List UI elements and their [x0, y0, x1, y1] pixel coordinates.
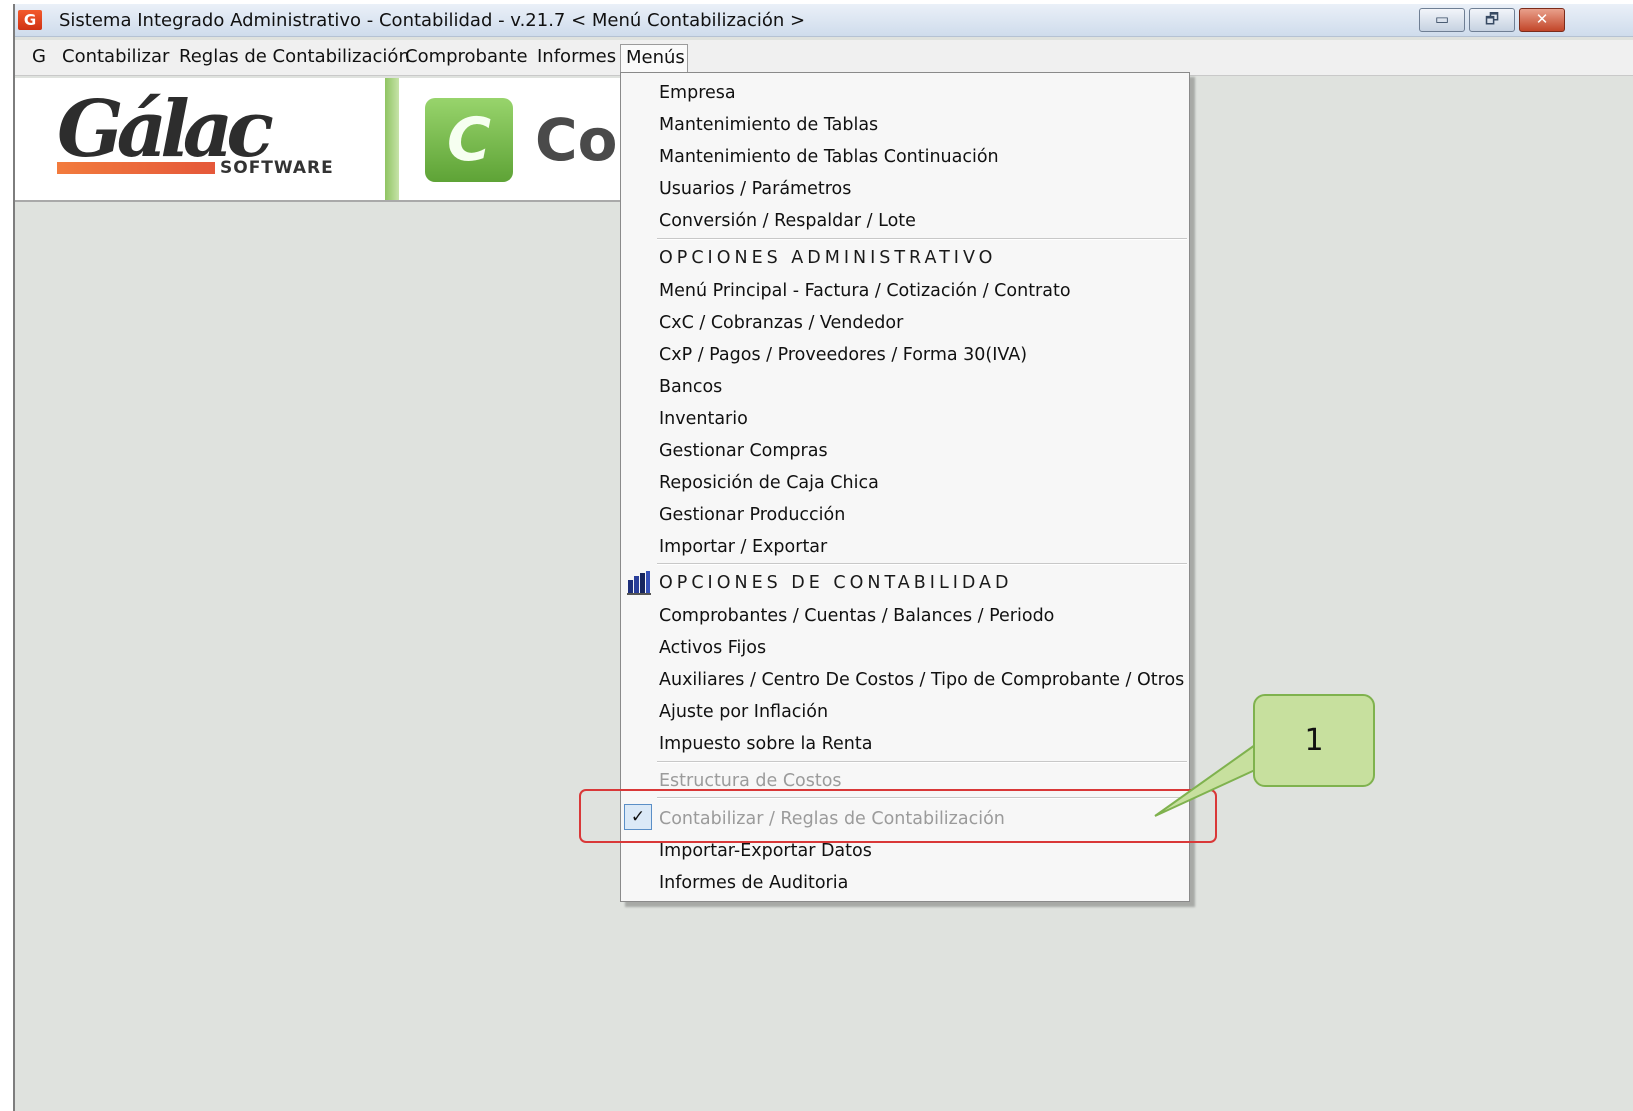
restore-button[interactable]: 🗗 — [1469, 8, 1515, 32]
menu-header-contabilidad[interactable]: OPCIONES DE CONTABILIDAD — [659, 573, 1012, 593]
menu-item-mantenimiento-tablas[interactable]: Mantenimiento de Tablas — [659, 115, 878, 135]
menu-item-cxc[interactable]: CxC / Cobranzas / Vendedor — [659, 313, 903, 333]
menus-dropdown: Empresa Mantenimiento de Tablas Mantenim… — [620, 72, 1190, 902]
menu-item-inventario[interactable]: Inventario — [659, 409, 748, 429]
menu-separator — [657, 238, 1187, 240]
menu-item-gestionar-produccion[interactable]: Gestionar Producción — [659, 505, 845, 525]
menu-item-caja-chica[interactable]: Reposición de Caja Chica — [659, 473, 879, 493]
highlight-annotation-box — [579, 789, 1217, 843]
minimize-button[interactable]: ▭ — [1419, 8, 1465, 32]
menu-item-menu-principal[interactable]: Menú Principal - Factura / Cotización / … — [659, 281, 1071, 301]
menu-item-importar-exportar-datos[interactable]: Importar-Exportar Datos — [659, 841, 872, 861]
app-icon[interactable]: G — [18, 10, 42, 30]
menu-contabilizar[interactable]: Contabilizar — [57, 46, 174, 67]
contabilidad-logo-icon: C — [425, 98, 513, 182]
banner-product-text: Co — [535, 106, 618, 174]
menu-item-bancos[interactable]: Bancos — [659, 377, 722, 397]
callout-number-badge: 1 — [1253, 694, 1375, 787]
menu-separator — [657, 761, 1187, 763]
galac-banner: Gálac SOFTWARE C Co — [15, 78, 635, 202]
banner-divider — [385, 78, 399, 200]
menu-item-comprobantes-cuentas[interactable]: Comprobantes / Cuentas / Balances / Peri… — [659, 606, 1054, 626]
title-bar[interactable]: G Sistema Integrado Administrativo - Con… — [15, 4, 1633, 37]
window-title: Sistema Integrado Administrativo - Conta… — [59, 10, 806, 31]
menu-separator — [657, 563, 1187, 565]
logo-software-text: SOFTWARE — [220, 158, 334, 178]
menu-item-activos-fijos[interactable]: Activos Fijos — [659, 638, 766, 658]
menu-bar: G Contabilizar Reglas de Contabilización… — [15, 40, 1633, 76]
menu-item-estructura-costos: Estructura de Costos — [659, 771, 842, 791]
logo-bar — [57, 162, 215, 174]
menu-reglas[interactable]: Reglas de Contabilización — [174, 46, 415, 67]
menu-g[interactable]: G — [27, 46, 51, 67]
books-icon — [627, 571, 651, 595]
menu-item-empresa[interactable]: Empresa — [659, 83, 736, 103]
menu-header-administrativo[interactable]: OPCIONES ADMINISTRATIVO — [659, 248, 996, 268]
menu-item-ajuste-inflacion[interactable]: Ajuste por Inflación — [659, 702, 828, 722]
close-button[interactable]: ✕ — [1519, 8, 1565, 32]
menu-item-auxiliares[interactable]: Auxiliares / Centro De Costos / Tipo de … — [659, 670, 1184, 690]
menu-item-importar-exportar[interactable]: Importar / Exportar — [659, 537, 827, 557]
menu-item-gestionar-compras[interactable]: Gestionar Compras — [659, 441, 828, 461]
menu-item-informes-auditoria[interactable]: Informes de Auditoria — [659, 873, 848, 893]
menu-item-usuarios-parametros[interactable]: Usuarios / Parámetros — [659, 179, 851, 199]
menu-item-cxp[interactable]: CxP / Pagos / Proveedores / Forma 30(IVA… — [659, 345, 1027, 365]
menu-item-impuesto-renta[interactable]: Impuesto sobre la Renta — [659, 734, 872, 754]
menu-informes[interactable]: Informes — [532, 46, 621, 67]
menu-comprobante[interactable]: Comprobante — [400, 46, 533, 67]
menu-item-mantenimiento-tablas-continuacion[interactable]: Mantenimiento de Tablas Continuación — [659, 147, 999, 167]
menu-item-conversion-respaldar[interactable]: Conversión / Respaldar / Lote — [659, 211, 916, 231]
